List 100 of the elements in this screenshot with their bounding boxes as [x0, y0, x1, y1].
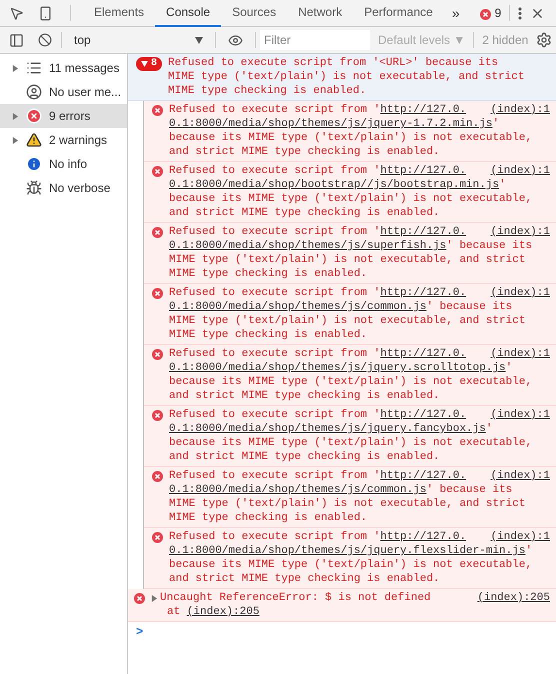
url-link[interactable]: http://127.0.: [380, 165, 466, 177]
message-text: ' because its: [446, 240, 532, 252]
list-icon: [26, 60, 42, 76]
url-link[interactable]: 0.1:8000/media/shop/themes/js/common.js: [169, 301, 426, 313]
context-select[interactable]: top: [66, 31, 211, 49]
sidebar-item[interactable]: No verbose: [0, 176, 127, 200]
error-icon: [152, 532, 163, 543]
message-text: MIME type ('text/plain') is not executable, and strict: [169, 497, 526, 511]
prompt-caret[interactable]: >: [136, 625, 144, 639]
cursor-icon: [9, 6, 24, 20]
error-icon: [134, 593, 145, 604]
user-icon: [26, 84, 42, 100]
source-link[interactable]: (index):1: [490, 530, 550, 544]
expand-arrow-icon[interactable]: [12, 112, 19, 120]
error-count-badge: 8: [136, 57, 162, 71]
url-link[interactable]: http://127.0.: [380, 348, 466, 360]
phone-icon: [38, 6, 53, 20]
message-text: because its MIME type ('text/plain') is not executable,: [169, 131, 534, 145]
message-text: and strict MIME type checking is enabled.: [169, 389, 441, 403]
message-text: MIME type checking is enabled.: [168, 84, 368, 98]
clear-icon: [38, 33, 52, 47]
url-link[interactable]: 0.1:8000/media/shop/themes/js/jquery.scrolltotop.js: [169, 362, 506, 374]
source-link[interactable]: (index):1: [490, 286, 550, 300]
message-text: MIME type ('text/plain') is not executable, and strict: [169, 314, 526, 328]
hidden-count: 2 hidden: [481, 32, 530, 49]
url-link[interactable]: 0.1:8000/media/shop/themes/js/jquery.fancybox.js: [169, 423, 486, 435]
sidebar-item[interactable]: 9 errors: [0, 104, 127, 128]
url-link[interactable]: http://127.0.: [380, 470, 466, 482]
message-text: because its MIME type ('text/plain') is not executable,: [169, 192, 534, 206]
sidebar-item[interactable]: No info: [0, 152, 127, 176]
sidebar-item[interactable]: No user me...: [0, 80, 127, 104]
url-link[interactable]: http://127.0.: [380, 531, 466, 543]
expand-arrow-icon[interactable]: [12, 64, 19, 72]
url-link[interactable]: 0.1:8000/media/shop/themes/js/jquery.flexslider-min.js: [169, 545, 526, 557]
error-icon: [152, 471, 163, 482]
message-text: Refused to execute script from ': [169, 470, 380, 482]
expand-arrow-icon[interactable]: [12, 136, 19, 144]
error-icon: [480, 8, 491, 20]
eye-icon: [228, 32, 243, 48]
message-text: because its MIME type ('text/plain') is not executable,: [169, 375, 534, 389]
source-link[interactable]: (index):1: [490, 103, 550, 117]
url-link[interactable]: http://127.0.: [380, 226, 466, 238]
message-text: and strict MIME type checking is enabled.: [169, 206, 441, 220]
source-link[interactable]: (index):1: [490, 469, 550, 483]
sidebar-item[interactable]: 11 messages: [0, 56, 127, 80]
panel-tab[interactable]: Elements: [83, 0, 156, 26]
message-text: Uncaught ReferenceError: $ is not defined: [160, 591, 431, 605]
source-link[interactable]: (index):1: [490, 347, 550, 361]
source-link[interactable]: (index):1: [490, 225, 550, 239]
more-tabs-button[interactable]: »: [444, 2, 468, 24]
message-text: ': [525, 545, 532, 557]
expand-arrow-icon[interactable]: [151, 594, 158, 602]
source-link[interactable]: (index):1: [490, 164, 550, 178]
message-text: MIME type ('text/plain') is not executable, and strict: [168, 70, 524, 84]
url-link[interactable]: 0.1:8000/media/shop/themes/js/superfish.js: [169, 240, 446, 252]
message-text: Refused to execute script from ': [169, 165, 380, 177]
message-text: and strict MIME type checking is enabled.: [169, 572, 441, 586]
message-text: Refused to execute script from ': [169, 348, 380, 360]
message-text: ': [499, 179, 506, 191]
source-link[interactable]: (index):205: [477, 591, 550, 605]
settings-icon: [536, 32, 552, 48]
filter-field[interactable]: Filter: [260, 30, 370, 50]
url-link[interactable]: 0.1:8000/media/shop/themes/js/jquery-1.7.2.min.js: [169, 118, 492, 130]
bug-icon: [26, 180, 42, 196]
message-text: ' because its: [426, 484, 512, 496]
panel-tab[interactable]: Sources: [221, 0, 288, 26]
error-icon: [152, 227, 163, 238]
message-group-header[interactable]: 8 Refused to execute script from '<URL>' because its MIME type ('text/plain') is not executable, and strict MIME type checking is enabled.: [128, 54, 556, 101]
url-link[interactable]: http://127.0.: [380, 104, 466, 116]
message-text: Refused to execute script from ': [169, 226, 380, 238]
message-text: MIME type ('text/plain') is not executable, and strict: [169, 253, 526, 267]
panel-tab[interactable]: Performance: [353, 0, 444, 26]
message-text: Refused to execute script from ': [169, 531, 380, 543]
url-link[interactable]: 0.1:8000/media/shop/themes/js/common.js: [169, 484, 426, 496]
message-text: because its MIME type ('text/plain') is not executable,: [169, 436, 534, 450]
sidebar-item[interactable]: 2 warnings: [0, 128, 127, 152]
expand-arrow-icon: [141, 61, 148, 67]
warning-icon: [26, 132, 42, 148]
url-link[interactable]: 0.1:8000/media/shop/bootstrap//js/bootstrap.min.js: [169, 179, 500, 191]
panel-tab[interactable]: Network: [287, 0, 354, 26]
message-text: and strict MIME type checking is enabled.: [169, 450, 441, 464]
error-count: 9: [494, 5, 502, 22]
error-icon: [152, 166, 163, 177]
error-icon: [26, 108, 42, 124]
message-text: because its MIME type ('text/plain') is not executable,: [169, 558, 534, 572]
source-link[interactable]: (index):1: [490, 408, 550, 422]
menu-button[interactable]: [518, 6, 522, 20]
message-text: Refused to execute script from '<URL>' because its: [168, 56, 500, 70]
source-link[interactable]: (index):205: [186, 606, 260, 618]
error-icon: [152, 105, 163, 116]
sidebar-icon: [9, 32, 24, 48]
message-text: ': [492, 118, 500, 130]
error-icon: [152, 410, 163, 421]
url-link[interactable]: http://127.0.: [380, 287, 466, 299]
message-text: Refused to execute script from ': [169, 104, 380, 116]
message-text: ' because its: [426, 301, 512, 313]
message-text: ': [486, 423, 492, 435]
message-text: MIME type checking is enabled.: [169, 328, 368, 342]
settings-button[interactable]: [536, 32, 552, 48]
url-link[interactable]: http://127.0.: [380, 409, 466, 421]
